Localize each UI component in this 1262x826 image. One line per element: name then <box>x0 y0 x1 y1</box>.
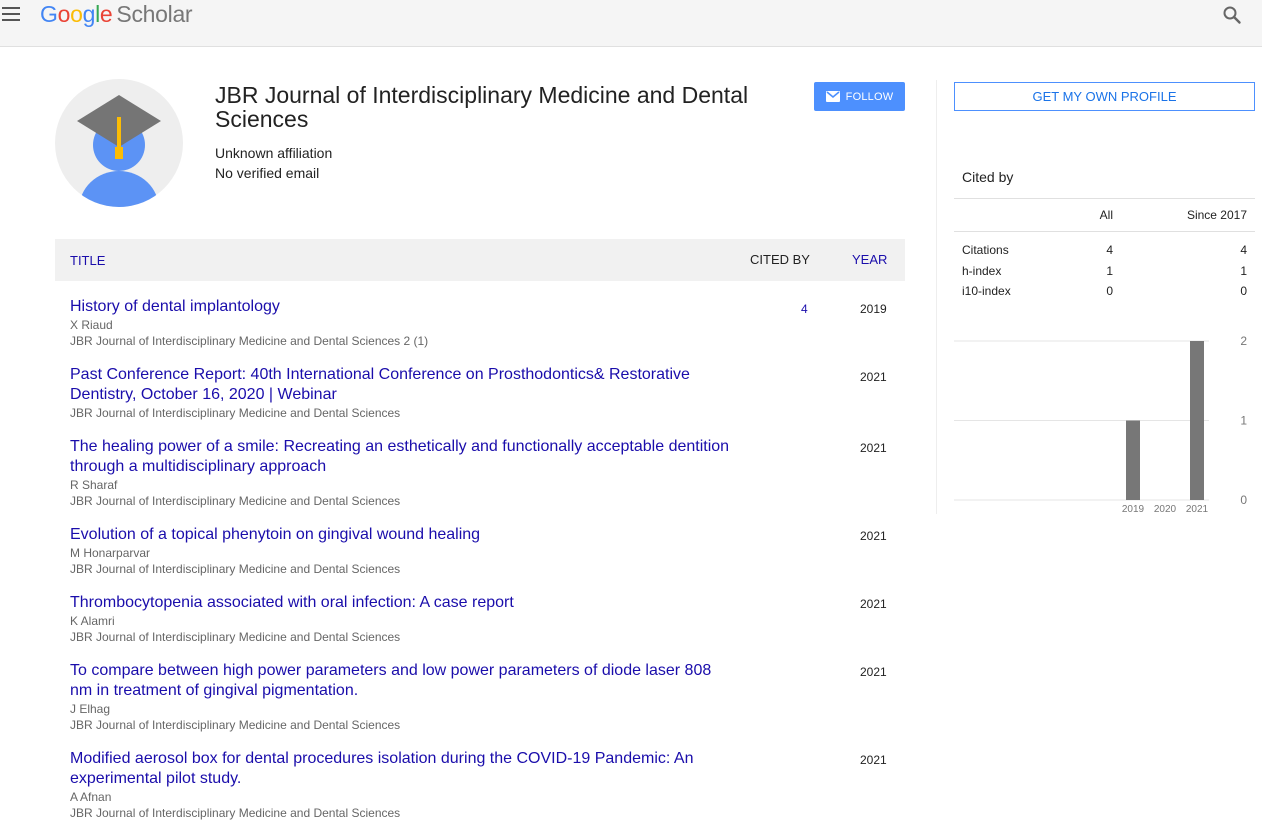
article-venue: JBR Journal of Interdisciplinary Medicin… <box>70 718 401 732</box>
article-venue: JBR Journal of Interdisciplinary Medicin… <box>70 630 401 644</box>
article-venue: JBR Journal of Interdisciplinary Medicin… <box>70 562 401 576</box>
google-scholar-logo[interactable]: Google Scholar <box>40 1 193 28</box>
article-year: 2021 <box>860 597 887 611</box>
sort-by-title[interactable]: TITLE <box>70 253 105 268</box>
stat-row-citations: Citations 4 4 <box>954 240 1255 261</box>
article-authors: X Riaud <box>70 318 113 332</box>
stat-all: 4 <box>1106 243 1113 257</box>
article-title-link[interactable]: History of dental implantology <box>70 297 735 317</box>
follow-label: FOLLOW <box>845 90 894 103</box>
chart-x-tick-label: 2020 <box>1154 504 1177 515</box>
article-title-link[interactable]: Modified aerosol box for dental procedur… <box>70 749 735 789</box>
article-authors: A Afnan <box>70 790 112 804</box>
chart-x-tick-label: 2021 <box>1186 504 1209 515</box>
article-year: 2021 <box>860 529 887 543</box>
article-venue: JBR Journal of Interdisciplinary Medicin… <box>70 494 401 508</box>
chart-bar-2021[interactable] <box>1190 341 1204 500</box>
stat-label[interactable]: i10-index <box>962 284 1011 298</box>
article-row: History of dental implantology X Riaud J… <box>70 297 900 349</box>
top-app-bar: Google Scholar <box>0 0 1262 47</box>
col-since-2017: Since 2017 <box>1186 208 1247 222</box>
citations-per-year-chart: 0 1 2 2019 2020 2021 <box>954 334 1247 515</box>
article-title-link[interactable]: Evolution of a topical phenytoin on ging… <box>70 525 735 545</box>
article-row: Past Conference Report: 40th Internation… <box>70 365 900 421</box>
stat-since: 0 <box>1240 284 1247 298</box>
column-divider <box>936 80 937 514</box>
article-row: Thrombocytopenia associated with oral in… <box>70 593 900 645</box>
stat-all: 0 <box>1106 284 1113 298</box>
article-title-link[interactable]: Past Conference Report: 40th Internation… <box>70 365 735 405</box>
stat-label[interactable]: Citations <box>962 243 1009 257</box>
article-title-link[interactable]: Thrombocytopenia associated with oral in… <box>70 593 735 613</box>
article-authors: M Honarparvar <box>70 546 151 560</box>
search-icon[interactable] <box>1222 5 1242 25</box>
chart-y-tick-label: 1 <box>1240 414 1247 428</box>
article-row: To compare between high power parameters… <box>70 661 900 733</box>
stat-since: 4 <box>1240 243 1247 257</box>
article-authors: J Elhag <box>70 702 111 716</box>
get-my-own-profile-button[interactable]: GET MY OWN PROFILE <box>954 82 1255 111</box>
article-year: 2021 <box>860 441 887 455</box>
stat-row-h-index: h-index 1 1 <box>954 261 1255 282</box>
article-venue: JBR Journal of Interdisciplinary Medicin… <box>70 806 401 820</box>
envelope-icon <box>825 91 840 102</box>
profile-affiliation: Unknown affiliation <box>215 145 333 161</box>
chart-y-tick-label: 0 <box>1240 493 1247 507</box>
stat-row-i10-index: i10-index 0 0 <box>954 281 1255 302</box>
profile-name: JBR Journal of Interdisciplinary Medicin… <box>215 82 749 132</box>
article-venue: JBR Journal of Interdisciplinary Medicin… <box>70 406 401 420</box>
chart-y-tick-label: 2 <box>1240 334 1247 348</box>
cited-by-heading: Cited by <box>962 169 1014 185</box>
articles-table-header: TITLE CITED BY YEAR <box>55 239 905 281</box>
graduate-avatar-icon <box>77 95 161 207</box>
chart-x-tick-label: 2019 <box>1122 504 1145 515</box>
article-title-link[interactable]: To compare between high power parameters… <box>70 661 735 701</box>
article-cited-by-link[interactable]: 4 <box>801 302 808 316</box>
col-all: All <box>1099 208 1113 222</box>
article-year: 2021 <box>860 665 887 679</box>
article-authors: K Alamri <box>70 614 115 628</box>
article-authors: R Sharaf <box>70 478 118 492</box>
sort-by-year[interactable]: YEAR <box>852 252 887 267</box>
article-venue: JBR Journal of Interdisciplinary Medicin… <box>70 334 429 348</box>
article-year: 2021 <box>860 753 887 767</box>
article-year: 2021 <box>860 370 887 384</box>
profile-avatar <box>55 79 183 207</box>
stat-label[interactable]: h-index <box>962 264 1001 278</box>
article-row: The healing power of a smile: Recreating… <box>70 437 900 509</box>
article-title-link[interactable]: The healing power of a smile: Recreating… <box>70 437 735 477</box>
follow-button[interactable]: FOLLOW <box>814 82 905 111</box>
profile-email-status: No verified email <box>215 165 320 181</box>
stat-since: 1 <box>1240 263 1247 278</box>
article-year: 2019 <box>860 302 887 316</box>
chart-bar-2019[interactable] <box>1126 420 1140 501</box>
citation-stats-table: All Since 2017 Citations 4 4 h-index 1 1… <box>954 198 1255 302</box>
hamburger-menu-icon[interactable] <box>2 7 22 23</box>
article-row: Evolution of a topical phenytoin on ging… <box>70 525 900 577</box>
citation-stats-header: All Since 2017 <box>954 198 1255 232</box>
sort-by-cited[interactable]: CITED BY <box>750 252 810 267</box>
stat-all: 1 <box>1106 263 1113 278</box>
article-row: Modified aerosol box for dental procedur… <box>70 749 900 821</box>
